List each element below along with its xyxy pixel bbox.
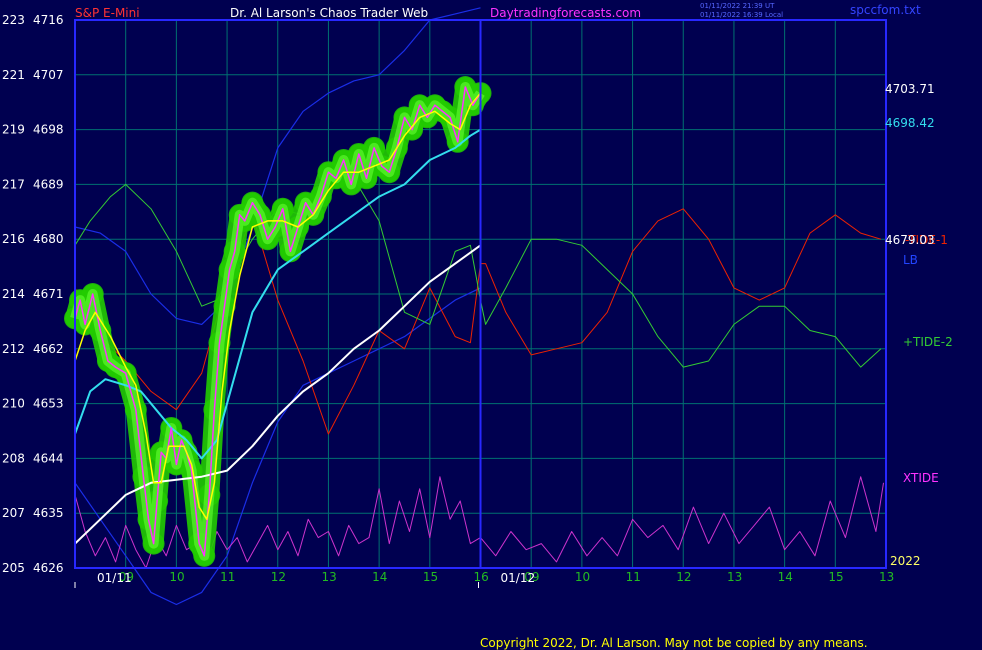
x-tick-hour: 15 [423, 570, 438, 584]
chart-title: Dr. Al Larson's Chaos Trader Web [230, 6, 428, 20]
y-tick-left-a: 208 [2, 451, 25, 465]
chart-svg: 223 4716 221 4707 219 4698 217 4689 216 4680 214 46… [0, 0, 982, 650]
x-tick-hour: 11 [220, 570, 235, 584]
y-tick-left-a: 210 [2, 397, 25, 411]
y-tick-left-p: 4662 [33, 342, 64, 356]
chart-root: 223 4716 221 4707 219 4698 217 4689 216 4680 214 46… [0, 0, 982, 650]
x-tick-hour: 16 [474, 570, 489, 584]
xtide-label: XTIDE [903, 471, 939, 485]
y-tick-left-a: 212 [2, 342, 25, 356]
year-label: 2022 [890, 554, 921, 568]
x-tick-hour: 14 [778, 570, 793, 584]
y-tick-left-p: 4698 [33, 123, 64, 137]
lb-label: LB [903, 253, 918, 267]
file-name: spccfom.txt [850, 3, 921, 17]
copyright: Copyright 2022, Dr. Al Larson. May not b… [480, 636, 868, 650]
tide2-label: +TIDE-2 [903, 335, 953, 349]
x-tick-hour: 13 [879, 570, 894, 584]
y-tick-left-p: 4653 [33, 397, 64, 411]
x-tick-hour: 12 [676, 570, 691, 584]
site-link[interactable]: Daytradingforecasts.com [490, 6, 641, 20]
y-tick-left-p: 4716 [33, 13, 64, 27]
y-tick-left-a: 216 [2, 232, 25, 246]
local-time: 01/11/2022 16:39 Local [700, 11, 783, 19]
y-tick-left-a: 205 [2, 561, 25, 575]
y-tick-left-a: 219 [2, 123, 25, 137]
x-tick-hour: 13 [321, 570, 336, 584]
y-tick-left-a: 207 [2, 506, 25, 520]
y-tick-left-p: 4671 [33, 287, 64, 301]
price-last-label: 4703.71 [885, 82, 935, 96]
y-tick-left-a: 217 [2, 177, 25, 191]
x-tick-hour: 12 [271, 570, 286, 584]
x-tick-hour: 15 [828, 570, 843, 584]
y-tick-left-a: 223 [2, 13, 25, 27]
y-tick-left-p: 4626 [33, 561, 64, 575]
utc-time: 01/11/2022 21:39 UT [700, 2, 775, 10]
date-label: 01/12 [501, 571, 536, 585]
y-tick-left-p: 4689 [33, 177, 64, 191]
ma-mid-last-label: 4698.42 [885, 116, 935, 130]
y-tick-left-p: 4680 [33, 232, 64, 246]
ma-slow-last-label: 4679.03 [885, 233, 935, 247]
y-tick-left-p: 4707 [33, 68, 64, 82]
y-tick-left-a: 221 [2, 68, 25, 82]
x-tick-hour: 14 [372, 570, 387, 584]
x-tick-hour: 10 [575, 570, 590, 584]
date-label: 01/11 [97, 571, 132, 585]
y-tick-left-p: 4644 [33, 451, 64, 465]
x-tick-hour: 10 [169, 570, 184, 584]
y-tick-left-a: 214 [2, 287, 25, 301]
y-tick-left-p: 4635 [33, 506, 64, 520]
symbol-label: S&P E-Mini [75, 6, 140, 20]
x-tick-hour: 11 [626, 570, 641, 584]
x-tick-hour: 13 [727, 570, 742, 584]
